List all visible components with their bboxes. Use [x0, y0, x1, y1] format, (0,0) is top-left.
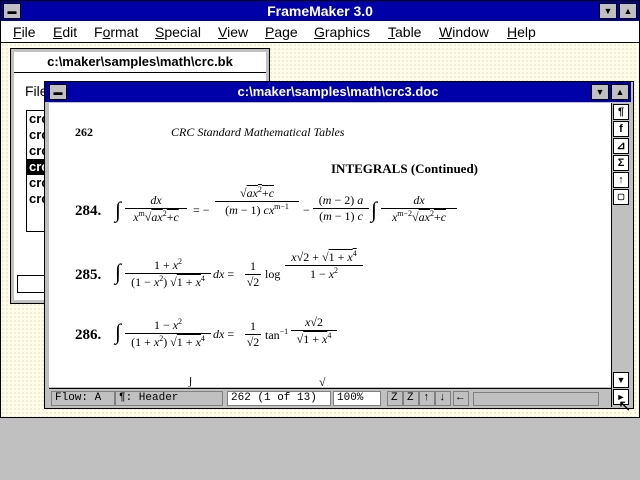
equation-286: ∫ 1 − x2 (1 + x2) √1 + x4 dx = 1 √2 tan−1 … [115, 315, 535, 369]
page-up-icon[interactable]: ↑ [419, 391, 435, 406]
document-toolbar-scrollbar: ¶ f ⊿ Σ ↑ ▢ ▼ ► [611, 103, 630, 407]
flow-indicator[interactable]: Flow: A [51, 391, 115, 406]
menu-bar: File Edit Format Special View Page Graph… [1, 22, 639, 43]
equation-284: ∫ dx xm√ax2+c = − √ax2+c (m − 1) cxm−1 − (… [115, 185, 535, 247]
paragraph-catalog-icon[interactable]: ¶ [613, 104, 629, 120]
equation-next-partial: ∫ √ [189, 377, 326, 387]
equations-palette-icon[interactable]: Σ [613, 155, 629, 171]
app-title: FrameMaker 3.0 [267, 3, 373, 19]
document-page[interactable]: 262 CRC Standard Mathematical Tables INT… [49, 103, 611, 387]
menu-window[interactable]: Window [439, 24, 489, 40]
doc-maximize-button[interactable]: ▲ [611, 84, 629, 100]
zoom-indicator[interactable]: 100% [333, 391, 381, 406]
resize-cursor-icon: ↖ [618, 398, 632, 415]
scroll-thumb[interactable]: ▢ [613, 189, 629, 205]
page-indicator[interactable]: 262 (1 of 13) [227, 391, 331, 406]
tools-palette-icon[interactable]: ⊿ [613, 138, 629, 154]
menu-view[interactable]: View [218, 24, 248, 40]
menu-format[interactable]: Format [94, 24, 138, 40]
scroll-down-arrow-icon[interactable]: ▼ [613, 372, 629, 388]
character-catalog-icon[interactable]: f [613, 121, 629, 137]
app-titlebar[interactable]: ▬ FrameMaker 3.0 ▼ ▲ [1, 1, 639, 21]
document-window[interactable]: ▬ c:\maker\samples\math\crc3.doc ▼ ▲ 262… [44, 81, 634, 409]
equation-285: ∫ 1 + x2 (1 − x2) √1 + x4 dx = 1 √2 log x√… [115, 249, 535, 309]
system-menu-button[interactable]: ▬ [3, 3, 21, 19]
book-titlebar[interactable]: c:\maker\samples\math\crc.bk [14, 52, 266, 73]
paragraph-tag-indicator[interactable]: ¶: Header [115, 391, 223, 406]
maximize-button[interactable]: ▲ [619, 3, 637, 19]
status-bar: Flow: A ¶: Header 262 (1 of 13) 100% Z Z… [49, 388, 611, 407]
equation-number: 285. [75, 267, 102, 283]
doc-minimize-button[interactable]: ▼ [591, 84, 609, 100]
menu-edit[interactable]: Edit [53, 24, 77, 40]
menu-page[interactable]: Page [265, 24, 298, 40]
document-title: c:\maker\samples\math\crc3.doc [237, 84, 439, 99]
running-head: CRC Standard Mathematical Tables [171, 125, 345, 139]
menu-table[interactable]: Table [388, 24, 421, 40]
scroll-left-arrow-icon[interactable]: ← [453, 391, 469, 406]
menu-special[interactable]: Special [155, 24, 201, 40]
zoom-in-icon[interactable]: Z [387, 391, 403, 406]
minimize-button[interactable]: ▼ [599, 3, 617, 19]
document-titlebar[interactable]: ▬ c:\maker\samples\math\crc3.doc ▼ ▲ [45, 82, 631, 102]
page-down-icon[interactable]: ↓ [435, 391, 451, 406]
zoom-out-icon[interactable]: Z [403, 391, 419, 406]
menu-graphics[interactable]: Graphics [314, 24, 370, 40]
equation-number: 286. [75, 327, 102, 343]
page-number: 262 [75, 125, 93, 139]
section-heading: INTEGRALS (Continued) [331, 161, 479, 176]
horizontal-scrollbar[interactable] [473, 392, 599, 406]
desktop-background [0, 418, 640, 480]
scroll-up-arrow-icon[interactable]: ↑ [613, 172, 629, 188]
doc-system-menu-button[interactable]: ▬ [49, 84, 67, 100]
equation-number: 284. [75, 203, 102, 219]
menu-file[interactable]: File [13, 24, 36, 40]
menu-help[interactable]: Help [507, 24, 536, 40]
